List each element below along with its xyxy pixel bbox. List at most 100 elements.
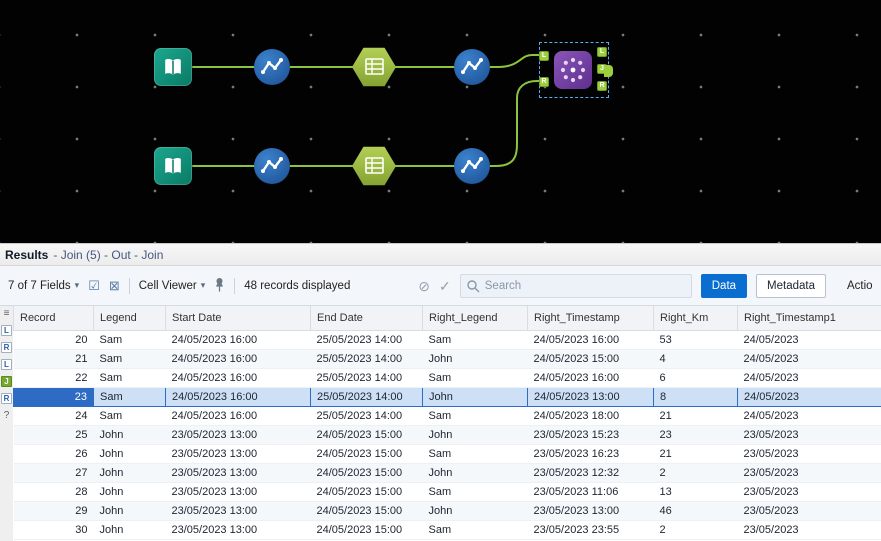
table-cell[interactable]: 24/05/2023 15:00 xyxy=(527,349,654,369)
table-cell[interactable]: 23/05/2023 xyxy=(737,482,881,502)
table-cell[interactable]: 21 xyxy=(653,444,738,464)
table-cell[interactable]: John xyxy=(422,425,528,445)
table-cell[interactable]: John xyxy=(422,501,528,521)
table-cell[interactable]: 23/05/2023 11:06 xyxy=(527,482,654,502)
table-cell[interactable]: 25 xyxy=(13,425,94,445)
table-cell[interactable]: 29 xyxy=(13,501,94,521)
column-header[interactable]: End Date xyxy=(310,306,423,331)
column-header[interactable]: Right_Timestamp xyxy=(527,306,654,331)
table-cell[interactable]: 8 xyxy=(653,386,738,407)
table-cell[interactable]: 23/05/2023 13:00 xyxy=(165,425,311,445)
table-cell[interactable]: 24/05/2023 16:00 xyxy=(527,330,654,350)
table-cell[interactable]: Sam xyxy=(422,444,528,464)
table-cell[interactable]: Sam xyxy=(93,386,166,407)
anchor-button-r-5[interactable]: R xyxy=(1,393,12,404)
table-row[interactable]: 23 Sam 24/05/2023 16:00 25/05/2023 14:00 Joh… xyxy=(13,386,881,407)
table-cell[interactable]: 24/05/2023 15:00 xyxy=(310,425,423,445)
table-cell[interactable]: 23/05/2023 13:00 xyxy=(527,501,654,521)
table-cell[interactable]: 23/05/2023 13:00 xyxy=(165,482,311,502)
table-cell[interactable]: 24/05/2023 13:00 xyxy=(527,386,654,407)
table-cell[interactable]: 23 xyxy=(13,386,94,407)
table-cell[interactable]: 46 xyxy=(653,501,738,521)
table-cell[interactable]: 24/05/2023 16:00 xyxy=(165,368,311,388)
table-cell[interactable]: 6 xyxy=(653,368,738,388)
table-cell[interactable]: 21 xyxy=(653,406,738,426)
table-cell[interactable]: 23/05/2023 13:00 xyxy=(165,520,311,540)
table-cell[interactable]: 4 xyxy=(653,349,738,369)
search-input[interactable] xyxy=(459,273,692,298)
table-cell[interactable]: Sam xyxy=(422,406,528,426)
table-cell[interactable]: Sam xyxy=(93,406,166,426)
table-row[interactable]: 30 John 23/05/2023 13:00 24/05/2023 15:00 Sa… xyxy=(13,520,881,540)
table-cell[interactable]: 23/05/2023 xyxy=(737,463,881,483)
table-row[interactable]: 20 Sam 24/05/2023 16:00 25/05/2023 14:00 Sam… xyxy=(13,330,881,350)
table-cell[interactable]: John xyxy=(93,463,166,483)
anchor-button-l-3[interactable]: L xyxy=(1,359,12,370)
table-row[interactable]: 28 John 23/05/2023 13:00 24/05/2023 15:00 Sa… xyxy=(13,482,881,502)
table-cell[interactable]: John xyxy=(93,520,166,540)
table-cell[interactable]: 28 xyxy=(13,482,94,502)
table-cell[interactable]: 25/05/2023 14:00 xyxy=(310,349,423,369)
table-row[interactable]: 25 John 23/05/2023 13:00 24/05/2023 15:00 Jo… xyxy=(13,425,881,445)
anchor-button-j-4[interactable]: J xyxy=(1,376,12,387)
table-cell[interactable]: 23/05/2023 xyxy=(737,444,881,464)
table-cell[interactable]: 24/05/2023 xyxy=(737,349,881,369)
table-cell[interactable]: 24/05/2023 16:00 xyxy=(527,368,654,388)
table-row[interactable]: 26 John 23/05/2023 13:00 24/05/2023 15:00 Sa… xyxy=(13,444,881,464)
table-cell[interactable]: John xyxy=(93,444,166,464)
checkmark-icon[interactable]: ✓ xyxy=(439,279,451,293)
table-cell[interactable]: 2 xyxy=(653,520,738,540)
table-cell[interactable]: Sam xyxy=(422,368,528,388)
table-cell[interactable]: 23/05/2023 13:00 xyxy=(165,463,311,483)
table-cell[interactable]: Sam xyxy=(422,520,528,540)
table-cell[interactable]: 24/05/2023 xyxy=(737,386,881,407)
pin-icon[interactable] xyxy=(214,277,225,294)
join-output-anchor-l[interactable]: L xyxy=(597,47,607,57)
anchor-button-l-1[interactable]: L xyxy=(1,325,12,336)
join-tool-selection[interactable]: L R L J R xyxy=(539,42,613,98)
table-cell[interactable]: Sam xyxy=(422,482,528,502)
table-cell[interactable]: 23/05/2023 xyxy=(737,520,881,540)
input-data-tool-2[interactable] xyxy=(154,147,192,185)
table-row[interactable]: 29 John 23/05/2023 13:00 24/05/2023 15:00 Jo… xyxy=(13,501,881,521)
table-cell[interactable]: 24/05/2023 xyxy=(737,368,881,388)
table-cell[interactable]: 13 xyxy=(653,482,738,502)
column-header[interactable]: Right_Legend xyxy=(422,306,528,331)
table-cell[interactable]: John xyxy=(422,349,528,369)
table-cell[interactable]: 22 xyxy=(13,368,94,388)
table-cell[interactable]: John xyxy=(422,386,528,407)
table-cell[interactable]: Sam xyxy=(93,349,166,369)
table-row[interactable]: 24 Sam 24/05/2023 16:00 25/05/2023 14:00 Sam… xyxy=(13,406,881,426)
table-cell[interactable]: 23/05/2023 23:55 xyxy=(527,520,654,540)
table-cell[interactable]: John xyxy=(93,501,166,521)
table-cell[interactable]: John xyxy=(422,463,528,483)
table-row[interactable]: 27 John 23/05/2023 13:00 24/05/2023 15:00 Jo… xyxy=(13,463,881,483)
workflow-canvas[interactable]: L R L J R xyxy=(0,0,881,243)
cell-viewer-dropdown[interactable]: Cell Viewer ▾ xyxy=(139,280,205,292)
table-cell[interactable]: 24/05/2023 15:00 xyxy=(310,501,423,521)
table-cell[interactable]: 24/05/2023 15:00 xyxy=(310,444,423,464)
table-cell[interactable]: Sam xyxy=(422,330,528,350)
anchor-button-r-2[interactable]: R xyxy=(1,342,12,353)
table-row[interactable]: 22 Sam 24/05/2023 16:00 25/05/2023 14:00 Sam… xyxy=(13,368,881,388)
join-input-anchor-left[interactable]: L xyxy=(539,51,549,61)
blue-circle-tool-4[interactable] xyxy=(454,148,490,184)
block-icon[interactable]: ⊘ xyxy=(418,279,430,293)
table-cell[interactable]: 23/05/2023 xyxy=(737,501,881,521)
table-cell[interactable]: 23/05/2023 xyxy=(737,425,881,445)
table-cell[interactable]: 30 xyxy=(13,520,94,540)
table-cell[interactable]: 21 xyxy=(13,349,94,369)
table-cell[interactable]: 25/05/2023 14:00 xyxy=(310,368,423,388)
table-cell[interactable]: 2 xyxy=(653,463,738,483)
blue-circle-tool-2[interactable] xyxy=(454,49,490,85)
table-cell[interactable]: 23/05/2023 13:00 xyxy=(165,444,311,464)
join-input-anchor-right[interactable]: R xyxy=(539,77,549,87)
table-cell[interactable]: 23/05/2023 12:32 xyxy=(527,463,654,483)
select-fields-icon[interactable]: ☑ xyxy=(88,279,100,292)
column-header[interactable]: Legend xyxy=(93,306,166,331)
metadata-tab-button[interactable]: Metadata xyxy=(756,273,826,298)
table-cell[interactable]: 24/05/2023 xyxy=(737,330,881,350)
join-tool[interactable] xyxy=(554,51,592,89)
table-cell[interactable]: 23/05/2023 13:00 xyxy=(165,501,311,521)
table-cell[interactable]: 24/05/2023 16:00 xyxy=(165,349,311,369)
